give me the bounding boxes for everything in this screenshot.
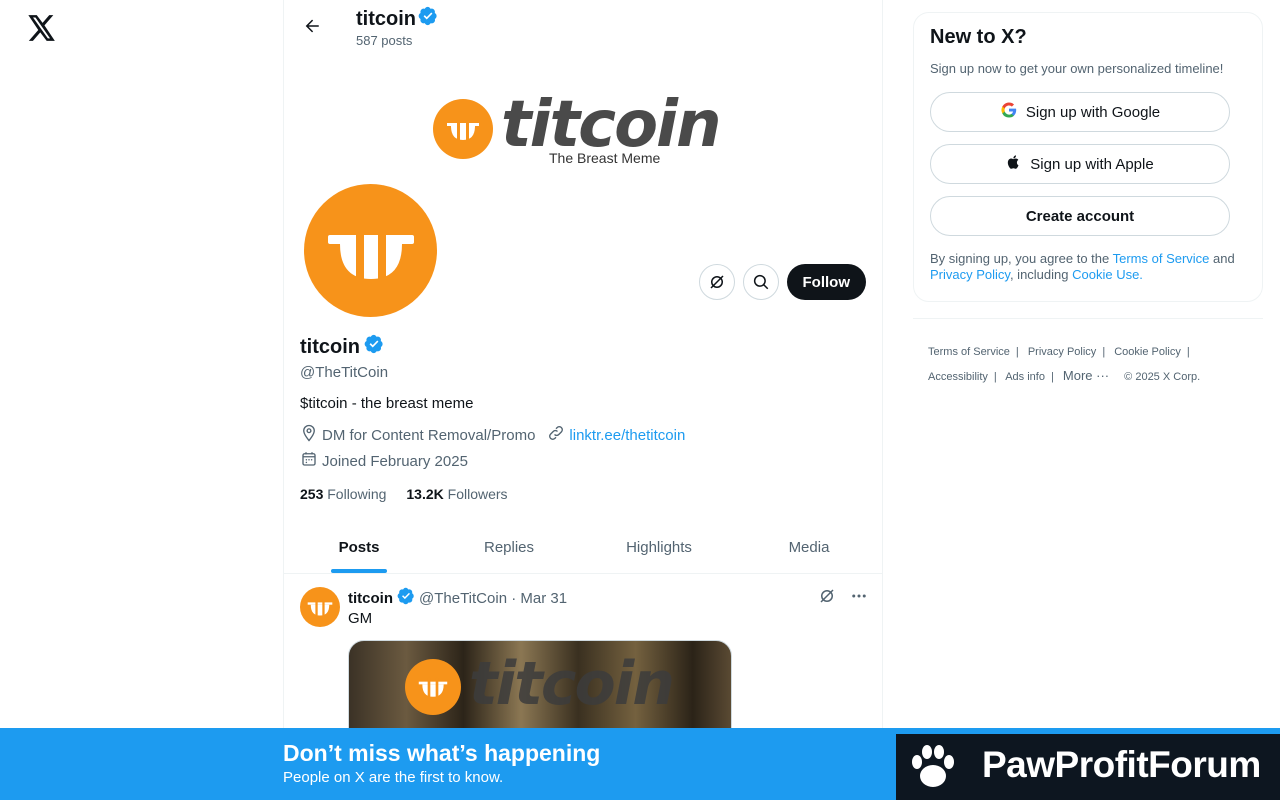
joined-item: Joined February 2025	[300, 450, 468, 472]
post-header: titcoin @TheTitCoin · Mar 31	[348, 587, 567, 609]
followers-stat[interactable]: 13.2K Followers	[406, 486, 507, 502]
post-avatar-icon[interactable]	[300, 587, 340, 627]
profile-meta: DM for Content Removal/Promo linktr.ee/t…	[300, 424, 866, 446]
footer-accessibility[interactable]: Accessibility	[928, 371, 988, 383]
profile-tabs: Posts Replies Highlights Media	[284, 521, 882, 574]
search-icon[interactable]	[742, 264, 779, 300]
banner-tagline: The Breast Meme	[549, 150, 661, 166]
main-column: titcoin 587 posts titcoin The Breast Mem…	[283, 0, 883, 800]
location-text: DM for Content Removal/Promo	[322, 426, 536, 444]
header-name: titcoin	[356, 7, 416, 30]
more-options-icon[interactable]	[850, 587, 868, 610]
joined-row: Joined February 2025	[300, 450, 866, 472]
post-author-name[interactable]: titcoin	[348, 590, 393, 607]
following-count: 253	[300, 486, 324, 502]
profile-name-row: titcoin	[300, 334, 866, 360]
tab-replies[interactable]: Replies	[434, 521, 584, 573]
post-actions	[818, 587, 868, 610]
profile-name: titcoin	[300, 335, 360, 358]
post-text: GM	[348, 610, 373, 627]
profile-handle: @TheTitCoin	[300, 364, 389, 381]
profile-avatar[interactable]	[300, 180, 441, 321]
header-title: titcoin	[356, 6, 438, 32]
terms-and: and	[1209, 251, 1235, 266]
signup-terms: By signing up, you agree to the Terms of…	[930, 251, 1246, 283]
profile-topbar: titcoin 587 posts	[284, 0, 882, 53]
verified-badge-icon	[397, 587, 415, 609]
media-wordmark: titcoin	[469, 649, 675, 719]
calendar-icon	[300, 450, 318, 472]
apple-icon	[1006, 153, 1022, 175]
paw-icon	[906, 740, 960, 794]
profile-link[interactable]: linktr.ee/thetitcoin	[569, 427, 685, 444]
footer-copyright: © 2025 X Corp.	[1124, 371, 1201, 383]
footer-links: Terms of Service | Privacy Policy | Cookie…	[928, 346, 1201, 383]
terms-of-service-link[interactable]: Terms of Service	[1113, 251, 1210, 266]
sidebar-divider	[913, 318, 1263, 319]
google-signup-button[interactable]: Sign up with Google	[930, 92, 1230, 132]
tab-highlights[interactable]: Highlights	[584, 521, 734, 573]
coin-avatar-icon	[304, 184, 437, 317]
coin-logo-icon	[433, 99, 493, 159]
verified-badge-icon	[364, 334, 384, 360]
terms-mid: , including	[1009, 267, 1073, 282]
signup-card: New to X? Sign up now to get your own pe…	[913, 12, 1263, 302]
terms-pre: By signing up, you agree to the	[930, 251, 1113, 266]
post-handle-date[interactable]: @TheTitCoin · Mar 31	[419, 590, 567, 607]
bottom-bar-title: Don’t miss what’s happening	[283, 740, 601, 766]
followers-count: 13.2K	[406, 486, 444, 502]
footer-cookie[interactable]: Cookie Policy	[1114, 346, 1181, 358]
tab-media[interactable]: Media	[734, 521, 882, 573]
link-item: linktr.ee/thetitcoin	[547, 424, 685, 446]
privacy-policy-link[interactable]: Privacy Policy	[930, 267, 1010, 282]
google-signup-label: Sign up with Google	[1025, 103, 1161, 121]
link-icon	[547, 424, 565, 446]
joined-text: Joined February 2025	[322, 452, 468, 470]
profile-banner[interactable]: titcoin The Breast Meme	[284, 53, 882, 195]
left-nav	[0, 0, 283, 800]
back-arrow-icon[interactable]	[296, 10, 328, 42]
watermark-text: PawProfitForum	[982, 744, 1261, 785]
watermark-badge: PawProfitForum	[896, 734, 1280, 800]
post-count: 587 posts	[356, 33, 413, 48]
follow-button[interactable]: Follow	[786, 264, 866, 300]
x-logo-icon[interactable]	[26, 12, 58, 44]
following-stat[interactable]: 253 Following	[300, 486, 386, 502]
post-item[interactable]: titcoin @TheTitCoin · Mar 31 GM titcoin	[284, 575, 882, 760]
bottom-bar-subtitle: People on X are the first to know.	[283, 769, 504, 786]
profile-actions: Follow	[698, 264, 866, 300]
tab-posts[interactable]: Posts	[284, 521, 434, 573]
grok-icon[interactable]	[698, 264, 735, 300]
follow-stats: 253 Following 13.2K Followers	[300, 486, 866, 502]
coin-logo-icon	[405, 659, 461, 715]
footer-more[interactable]: More ···	[1063, 368, 1109, 383]
location-item: DM for Content Removal/Promo	[300, 424, 535, 446]
profile-info: titcoin @TheTitCoin $titcoin - the breas…	[300, 334, 866, 502]
location-pin-icon	[300, 424, 318, 446]
footer-ads-info[interactable]: Ads info	[1005, 371, 1045, 383]
signup-title: New to X?	[930, 26, 1027, 48]
profile-bio: $titcoin - the breast meme	[300, 395, 474, 412]
signup-subtitle: Sign up now to get your own personalized…	[930, 61, 1224, 76]
cookie-use-link[interactable]: Cookie Use.	[1072, 267, 1143, 282]
footer-privacy[interactable]: Privacy Policy	[1028, 346, 1096, 358]
apple-signup-button[interactable]: Sign up with Apple	[930, 144, 1230, 184]
following-label: Following	[327, 486, 387, 502]
followers-label: Followers	[447, 486, 508, 502]
google-icon	[1000, 101, 1018, 123]
verified-badge-icon	[418, 6, 438, 32]
apple-signup-label: Sign up with Apple	[1030, 155, 1154, 173]
grok-icon[interactable]	[818, 587, 836, 610]
create-account-button[interactable]: Create account	[930, 196, 1230, 236]
footer-terms[interactable]: Terms of Service	[928, 346, 1010, 358]
